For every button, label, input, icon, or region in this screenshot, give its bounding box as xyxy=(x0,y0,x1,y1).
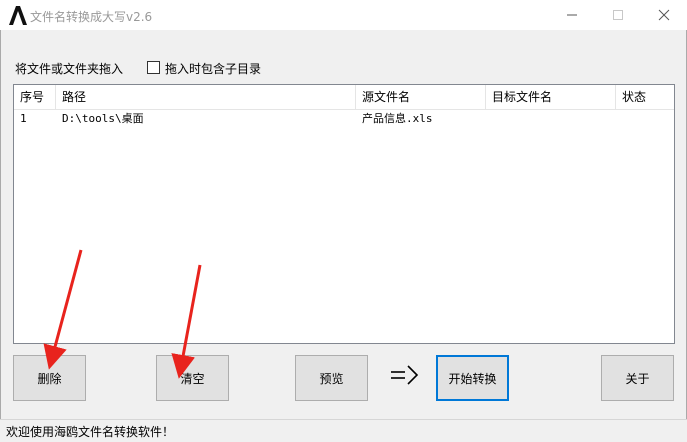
start-convert-button[interactable]: 开始转换 xyxy=(436,355,509,401)
clear-button[interactable]: 清空 xyxy=(156,355,229,401)
minimize-icon xyxy=(567,14,577,16)
include-subdirs-label[interactable]: 拖入时包含子目录 xyxy=(165,60,261,77)
title-bar: 文件名转换成大写v2.6 xyxy=(0,0,687,30)
row-target-cell xyxy=(486,110,492,128)
row-source-cell: 产品信息.xls xyxy=(362,112,433,125)
app-logo-icon xyxy=(9,6,27,25)
column-header-path[interactable]: 路径 xyxy=(56,85,356,109)
row-status-cell xyxy=(616,110,622,128)
maximize-icon xyxy=(613,10,623,20)
column-header-status[interactable]: 状态 xyxy=(616,85,674,109)
row-path-cell: D:\tools\桌面 xyxy=(62,112,144,125)
column-header-index[interactable]: 序号 xyxy=(14,85,56,109)
double-arrow-icon xyxy=(391,365,419,385)
close-button[interactable] xyxy=(641,0,687,30)
file-list[interactable]: 序号 路径 源文件名 目标文件名 状态 1 D:\tools\桌面 产品信息.x… xyxy=(13,84,675,344)
window-title: 文件名转换成大写v2.6 xyxy=(30,10,153,24)
column-header-target-name[interactable]: 目标文件名 xyxy=(486,85,616,109)
row-index-cell: 1 xyxy=(20,112,27,125)
maximize-button[interactable] xyxy=(595,0,641,30)
minimize-button[interactable] xyxy=(549,0,595,30)
convert-arrow-icon: => xyxy=(389,364,423,389)
about-button[interactable]: 关于 xyxy=(601,355,674,401)
column-header-source-name[interactable]: 源文件名 xyxy=(356,85,486,109)
drop-area-label: 将文件或文件夹拖入 xyxy=(15,62,124,76)
preview-button[interactable]: 预览 xyxy=(295,355,368,401)
status-text: 欢迎使用海鸥文件名转换软件！ xyxy=(6,425,175,439)
delete-button[interactable]: 删除 xyxy=(13,355,86,401)
close-icon xyxy=(658,9,670,21)
include-subdirs-checkbox[interactable] xyxy=(147,61,160,74)
status-bar: 欢迎使用海鸥文件名转换软件！ xyxy=(0,419,687,442)
